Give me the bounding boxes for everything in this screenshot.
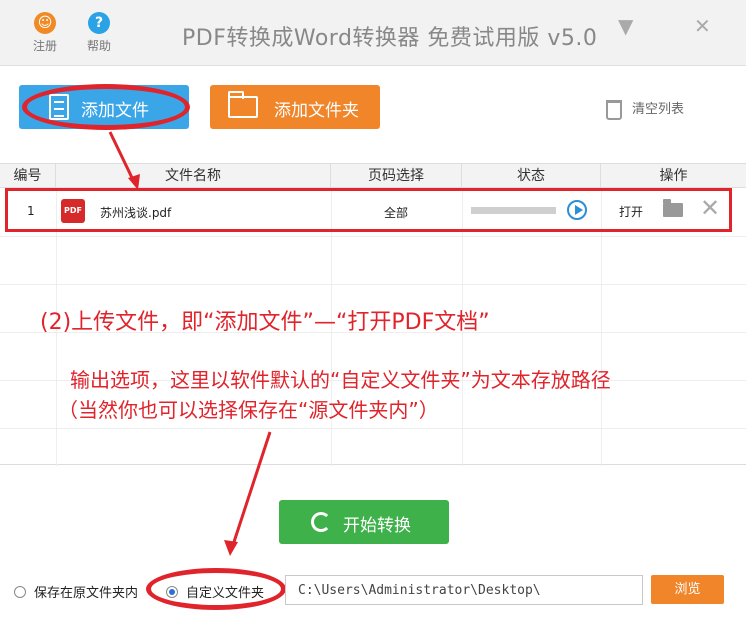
start-conversion-label: 开始转换 <box>343 516 411 536</box>
output-path-field[interactable] <box>285 575 643 605</box>
annotation-output-line1: 输出选项，这里以软件默认的“自定义文件夹”为文本存放路径 <box>70 368 611 392</box>
radio-custom-folder[interactable]: 自定义文件夹 <box>166 582 264 601</box>
radio-custom-folder-circle[interactable] <box>166 586 178 598</box>
radio-custom-folder-label: 自定义文件夹 <box>186 586 265 601</box>
browse-button[interactable]: 浏览 <box>651 575 724 604</box>
radio-source-folder-circle[interactable] <box>14 586 26 598</box>
start-conversion-button[interactable]: 开始转换 <box>279 500 449 544</box>
annotation-step2: (2)上传文件，即“添加文件”—“打开PDF文档” <box>40 310 490 335</box>
annotation-output-line2: （当然你也可以选择保存在“源文件夹内”） <box>58 398 439 422</box>
radio-source-folder-label: 保存在原文件夹内 <box>34 586 139 601</box>
refresh-icon <box>311 512 331 532</box>
radio-source-folder[interactable]: 保存在原文件夹内 <box>14 582 138 601</box>
